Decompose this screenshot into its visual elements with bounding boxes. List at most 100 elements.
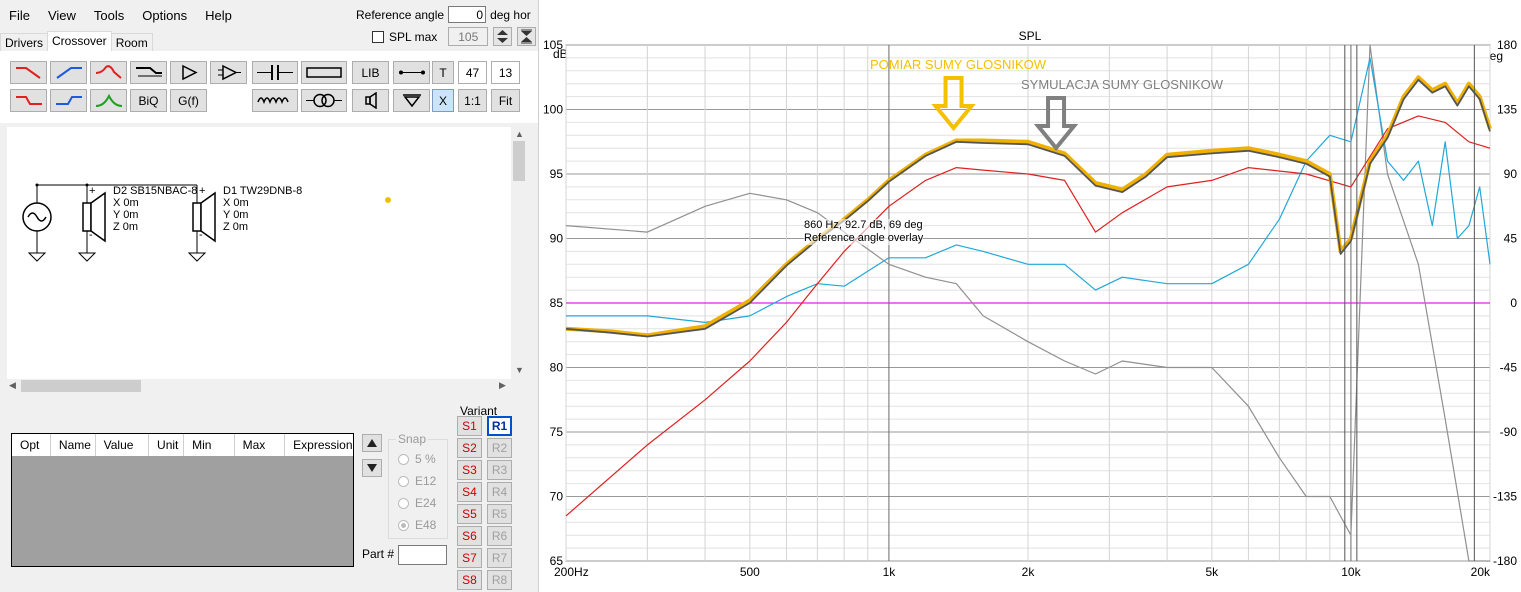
schematic-canvas[interactable]: + - + - D2 SB15NBAC-8 X 0m Y 0m Z 0m D1 … xyxy=(7,127,511,379)
spl-max-input[interactable]: 105 xyxy=(448,27,489,46)
transformer-button[interactable] xyxy=(301,89,347,112)
speaker-button[interactable] xyxy=(352,89,389,112)
spl-max-checkbox[interactable] xyxy=(372,30,384,43)
collapse-arrows-icon xyxy=(521,29,533,44)
y-tick-label: 80 xyxy=(550,361,564,375)
variant-s1[interactable]: S1 xyxy=(457,416,482,436)
move-down-button[interactable] xyxy=(362,459,382,477)
peak-lowpass-icon xyxy=(95,65,122,79)
reference-angle-input[interactable]: 0 xyxy=(448,6,487,23)
variant-r3[interactable]: R3 xyxy=(487,460,512,480)
menu-options[interactable]: Options xyxy=(133,8,196,23)
part-number-input[interactable] xyxy=(398,545,447,565)
scroll-down-icon[interactable]: ▼ xyxy=(515,365,524,375)
schematic-vertical-scrollbar[interactable]: ▲ ▼ xyxy=(511,127,527,379)
ground-button[interactable] xyxy=(393,89,430,112)
menu-view[interactable]: View xyxy=(39,8,85,23)
variant-r8[interactable]: R8 xyxy=(487,570,512,590)
menu-file[interactable]: File xyxy=(0,8,39,23)
resistor-icon xyxy=(306,67,342,78)
bandpass-green-button[interactable] xyxy=(90,89,127,112)
x-tick-label: 10k xyxy=(1341,565,1361,579)
variant-r2[interactable]: R2 xyxy=(487,438,512,458)
variant-s4[interactable]: S4 xyxy=(457,482,482,502)
horizontal-scroll-thumb[interactable] xyxy=(21,380,141,392)
schematic-horizontal-scrollbar[interactable]: ◀ ▶ xyxy=(7,379,511,393)
move-up-button[interactable] xyxy=(362,434,382,452)
lowpass-icon xyxy=(15,67,41,79)
tab-room[interactable]: Room xyxy=(110,33,153,53)
crossover-panel: File View Tools Options Help Reference a… xyxy=(0,0,539,592)
scroll-up-icon[interactable]: ▲ xyxy=(515,129,524,139)
variant-r5[interactable]: R5 xyxy=(487,504,512,524)
highpass-blue-2-button[interactable] xyxy=(50,89,87,112)
menu-tools[interactable]: Tools xyxy=(85,8,133,23)
tab-drivers[interactable]: Drivers xyxy=(0,33,48,53)
variant-s8[interactable]: S8 xyxy=(457,570,482,590)
driver-d2-icon[interactable] xyxy=(82,202,92,232)
buffer-button[interactable] xyxy=(210,61,247,84)
highpass-blue-button[interactable] xyxy=(50,61,87,84)
t-button[interactable]: T xyxy=(432,61,454,84)
lowpass-red-button[interactable] xyxy=(10,61,47,84)
variant-r7[interactable]: R7 xyxy=(487,548,512,568)
capacitor-button[interactable] xyxy=(252,61,298,84)
y2-tick-label: 0 xyxy=(1510,296,1517,310)
lowpass-red-2-button[interactable] xyxy=(10,89,47,112)
amplifier-button[interactable] xyxy=(170,61,207,84)
transformer-icon xyxy=(306,93,342,108)
variant-s5[interactable]: S5 xyxy=(457,504,482,524)
scroll-right-icon[interactable]: ▶ xyxy=(499,380,506,391)
variant-r4[interactable]: R4 xyxy=(487,482,512,502)
spl-updown-button[interactable] xyxy=(493,27,513,46)
col-value[interactable]: Value xyxy=(96,434,150,456)
cursor-readout: 860 Hz, 92.7 dB, 69 deg Reference angle … xyxy=(804,219,924,245)
notch-red-button[interactable] xyxy=(90,61,127,84)
col-opt[interactable]: Opt xyxy=(12,434,51,456)
resistor-button[interactable] xyxy=(301,61,347,84)
biq-button[interactable]: BiQ xyxy=(130,89,167,112)
scroll-left-icon[interactable]: ◀ xyxy=(9,380,16,391)
snap-option-5pct[interactable]: 5 % xyxy=(398,452,436,466)
col-expression[interactable]: Expression xyxy=(285,434,353,456)
menu-help[interactable]: Help xyxy=(196,8,241,23)
lib-button[interactable]: LIB xyxy=(352,61,389,84)
spl-max-group: SPL max 105 xyxy=(372,27,537,46)
probe-marker[interactable] xyxy=(385,197,391,203)
col-min[interactable]: Min xyxy=(184,434,235,456)
x-button[interactable]: X xyxy=(432,89,454,112)
one-to-one-button[interactable]: 1:1 xyxy=(458,89,487,112)
x-tick-label: 20k xyxy=(1471,565,1491,579)
variant-r1[interactable]: R1 xyxy=(487,416,512,436)
col-unit[interactable]: Unit xyxy=(149,434,185,456)
shelf-button[interactable] xyxy=(130,61,167,84)
variant-s3[interactable]: S3 xyxy=(457,460,482,480)
y-tick-label: 95 xyxy=(550,167,564,181)
fit-button[interactable]: Fit xyxy=(491,89,520,112)
count-box-1[interactable]: 47 xyxy=(458,61,487,84)
spl-fit-button[interactable] xyxy=(517,27,537,46)
inductor-button[interactable] xyxy=(252,89,298,112)
variant-group: Variant S1 R1 S2 R2 S3 R3 S4 R4 S5 R5 S6… xyxy=(452,402,518,592)
variant-s7[interactable]: S7 xyxy=(457,548,482,568)
up-down-arrows-icon xyxy=(497,30,509,43)
gf-button[interactable]: G(f) xyxy=(170,89,207,112)
annotation-simulated: SYMULACJA SUMY GLOSNIKOW xyxy=(1021,77,1224,92)
snap-option-e12[interactable]: E12 xyxy=(398,474,436,488)
vertical-scroll-thumb[interactable] xyxy=(513,141,525,181)
y-tick-label: 105 xyxy=(543,38,563,52)
variant-s6[interactable]: S6 xyxy=(457,526,482,546)
col-max[interactable]: Max xyxy=(235,434,286,456)
d2-name: D2 SB15NBAC-8 xyxy=(113,185,198,197)
snap-option-e24[interactable]: E24 xyxy=(398,496,436,510)
variant-r6[interactable]: R6 xyxy=(487,526,512,546)
wire-button[interactable] xyxy=(393,61,430,84)
annotation-measured: POMIAR SUMY GLOSNIKOW xyxy=(870,57,1047,72)
count-box-2[interactable]: 13 xyxy=(491,61,520,84)
col-name[interactable]: Name xyxy=(51,434,96,456)
variant-s2[interactable]: S2 xyxy=(457,438,482,458)
parameter-table[interactable]: Opt Name Value Unit Min Max Expression xyxy=(11,433,354,567)
y2-tick-label: 135 xyxy=(1497,103,1517,117)
snap-option-e48[interactable]: E48 xyxy=(398,518,436,532)
tab-crossover[interactable]: Crossover xyxy=(47,31,112,53)
